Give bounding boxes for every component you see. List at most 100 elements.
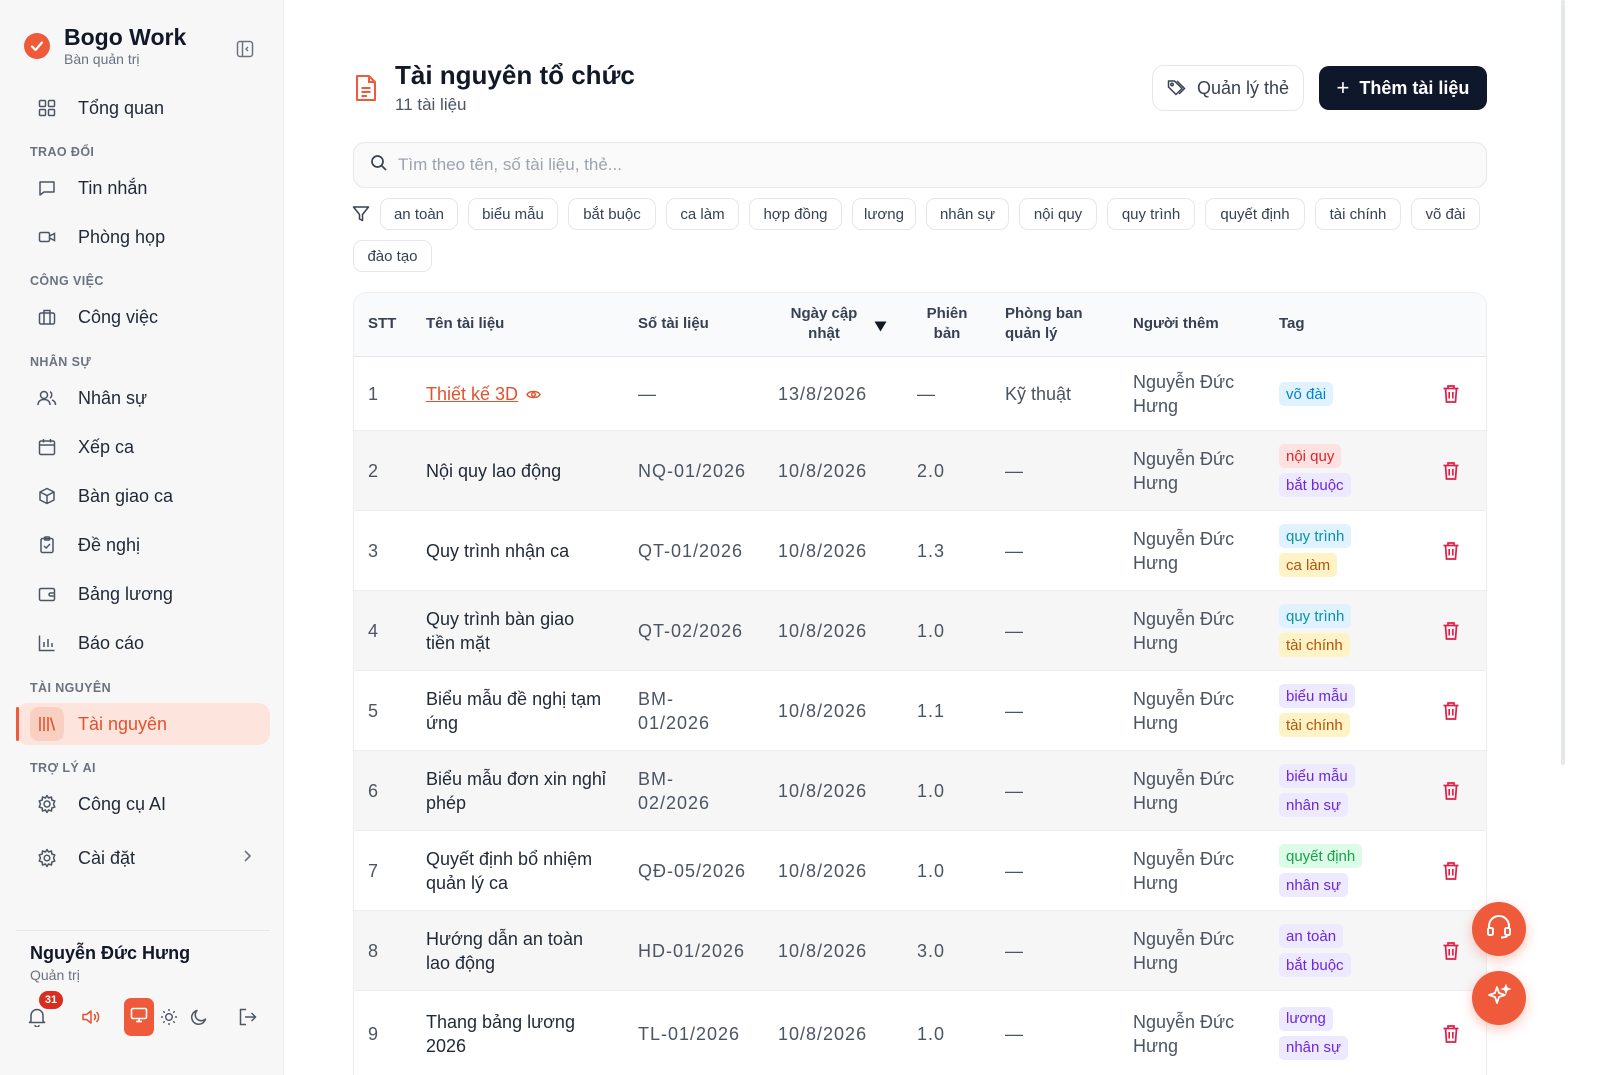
version: 1.0 — [917, 781, 946, 801]
trash-icon[interactable] — [1442, 461, 1462, 481]
filter-chip[interactable]: đào tạo — [353, 240, 432, 272]
sidebar-item-label: Công cụ AI — [78, 793, 167, 814]
filter-chip[interactable]: quy trình — [1107, 198, 1195, 230]
added-by: Nguyễn Đức Hưng — [1133, 687, 1234, 735]
col-header-stt[interactable]: STT — [368, 314, 396, 334]
table-row[interactable]: 8 Hướng dẫn an toàn lao động HD-01/2026 10/8… — [354, 911, 1486, 991]
doc-name[interactable]: Quyết định bổ nhiệm quản lý ca — [426, 847, 626, 895]
table-row[interactable]: 7 Quyết định bổ nhiệm quản lý ca QĐ-05/2026… — [354, 831, 1486, 911]
page-scrollbar[interactable] — [1561, 0, 1565, 765]
updated-date: 10/8/2026 — [778, 701, 868, 721]
trash-icon[interactable] — [1442, 701, 1462, 721]
table-row[interactable]: 3 Quy trình nhận ca QT-01/2026 10/8/2026 1.3… — [354, 511, 1486, 591]
filter-chip[interactable]: hợp đồng — [749, 198, 842, 230]
filter-chip[interactable]: nhân sự — [926, 198, 1009, 230]
sidebar-item-messages[interactable]: Tin nhắn — [16, 167, 270, 209]
sidebar-collapse-icon[interactable] — [234, 38, 256, 60]
added-by-line1: Nguyễn Đức — [1133, 769, 1235, 789]
doc-number-line1: QT-01/2026 — [638, 541, 744, 561]
trash-icon[interactable] — [1442, 1024, 1462, 1044]
eye-icon[interactable] — [526, 389, 541, 400]
tag-badge: nhân sự — [1279, 873, 1349, 897]
filter-chip[interactable]: biểu mẫu — [468, 198, 558, 230]
moon-icon[interactable] — [187, 1005, 211, 1029]
table-row[interactable]: 2 Nội quy lao động NQ-01/2026 10/8/2026 2.0 —… — [354, 431, 1486, 511]
sidebar-item-ai-tools[interactable]: Công cụ AI — [16, 783, 270, 825]
speaker-icon[interactable] — [79, 1005, 103, 1029]
search-input[interactable] — [398, 155, 1398, 175]
trash-icon[interactable] — [1442, 541, 1462, 561]
doc-name-line1: Nội quy lao động — [426, 461, 562, 481]
col-header-name[interactable]: Tên tài liệu — [426, 314, 504, 334]
support-button[interactable] — [1472, 902, 1526, 956]
doc-name[interactable]: Nội quy lao động — [426, 459, 626, 483]
filter-chip[interactable]: ca làm — [666, 198, 739, 230]
added-by-line1: Nguyễn Đức — [1133, 529, 1235, 549]
doc-name[interactable]: Quy trình nhận ca — [426, 539, 626, 563]
doc-name-line2: quản lý ca — [426, 873, 509, 893]
doc-name[interactable]: Biểu mẫu đơn xin nghỉ phép — [426, 767, 626, 815]
col-header-tag[interactable]: Tag — [1279, 314, 1305, 334]
sidebar-item-requests[interactable]: Đề nghị — [16, 524, 270, 566]
col-header-updated[interactable]: Ngày cập nhật — [789, 304, 859, 344]
tag-badge: biểu mẫu — [1279, 684, 1355, 708]
table-row[interactable]: 9 Thang bảng lương 2026 TL-01/2026 10/8/2026… — [354, 991, 1486, 1075]
section-label: CÔNG VIỆC — [30, 274, 104, 288]
chevron-right-icon — [242, 849, 252, 868]
add-document-button[interactable]: + Thêm tài liệu — [1319, 66, 1487, 110]
col-header-added-by[interactable]: Người thêm — [1133, 314, 1219, 334]
filter-chip[interactable]: tài chính — [1315, 198, 1401, 230]
monitor-theme-button[interactable] — [124, 998, 154, 1036]
doc-name[interactable]: Quy trình bàn giao tiền mặt — [426, 607, 626, 655]
sidebar-item-staff[interactable]: Nhân sự — [16, 377, 270, 419]
row-index: 3 — [368, 541, 379, 561]
manage-tags-button[interactable]: Quản lý thẻ — [1152, 65, 1304, 111]
col-header-number[interactable]: Số tài liệu — [638, 314, 709, 334]
sidebar-item-reports[interactable]: Báo cáo — [16, 622, 270, 664]
manage-tags-label: Quản lý thẻ — [1196, 77, 1290, 98]
trash-icon[interactable] — [1442, 941, 1462, 961]
doc-name[interactable]: Thiết kế 3D — [426, 382, 541, 406]
sidebar-item-shift-schedule[interactable]: Xếp ca — [16, 426, 270, 468]
col-header-version[interactable]: Phiên bản — [922, 304, 972, 344]
trash-icon[interactable] — [1442, 621, 1462, 641]
sparkle-icon — [1487, 982, 1512, 1013]
doc-number: TL-01/2026 — [638, 1022, 740, 1046]
department: — — [1005, 861, 1023, 881]
section-label: NHÂN SỰ — [30, 355, 92, 369]
doc-name[interactable]: Thang bảng lương 2026 — [426, 1010, 626, 1058]
table-row[interactable]: 1 Thiết kế 3D — 13/8/2026 — Kỹ thuật Nguyễn Đứ… — [354, 357, 1486, 431]
doc-name[interactable]: Biểu mẫu đề nghị tạm ứng — [426, 687, 626, 735]
brand[interactable]: Bogo Work Bàn quản trị — [24, 24, 186, 68]
trash-icon[interactable] — [1442, 384, 1462, 404]
doc-name-link[interactable]: Thiết kế 3D — [426, 382, 518, 406]
sidebar-item-overview[interactable]: Tổng quan — [16, 87, 270, 129]
filter-chip[interactable]: lương — [852, 198, 916, 230]
sun-icon[interactable] — [157, 1005, 181, 1029]
sort-desc-icon[interactable] — [874, 318, 887, 338]
grid-icon — [36, 97, 58, 119]
doc-name-line1: Quy trình nhận ca — [426, 541, 570, 561]
sidebar-item-resources[interactable]: Tài nguyên — [16, 703, 270, 745]
sidebar-item-tasks[interactable]: Công việc — [16, 296, 270, 338]
filter-chip[interactable]: quyết định — [1205, 198, 1305, 230]
sidebar-item-meeting-room[interactable]: Phòng họp — [16, 216, 270, 258]
sidebar-item-shift-handover[interactable]: Bàn giao ca — [16, 475, 270, 517]
logout-icon[interactable] — [236, 1005, 260, 1029]
table-row[interactable]: 6 Biểu mẫu đơn xin nghỉ phép BM- 02/2026 10/8… — [354, 751, 1486, 831]
filter-chip[interactable]: võ đài — [1411, 198, 1480, 230]
doc-name[interactable]: Hướng dẫn an toàn lao động — [426, 927, 626, 975]
filter-chip[interactable]: nội quy — [1019, 198, 1097, 230]
sidebar-item-payroll[interactable]: Bảng lương — [16, 573, 270, 615]
col-header-dept[interactable]: Phòng ban quản lý — [1005, 304, 1083, 344]
trash-icon[interactable] — [1442, 861, 1462, 881]
table-row[interactable]: 5 Biểu mẫu đề nghị tạm ứng BM- 01/2026 10/8/2… — [354, 671, 1486, 751]
sidebar-item-label: Tài nguyên — [78, 713, 168, 734]
doc-number-line1: TL-01/2026 — [638, 1023, 741, 1044]
filter-chip[interactable]: an toàn — [380, 198, 458, 230]
table-row[interactable]: 4 Quy trình bàn giao tiền mặt QT-02/2026 10/… — [354, 591, 1486, 671]
trash-icon[interactable] — [1442, 781, 1462, 801]
ai-assistant-button[interactable] — [1472, 971, 1526, 1025]
sidebar-item-settings[interactable]: Cài đặt — [16, 837, 270, 879]
filter-chip[interactable]: bắt buộc — [568, 198, 656, 230]
